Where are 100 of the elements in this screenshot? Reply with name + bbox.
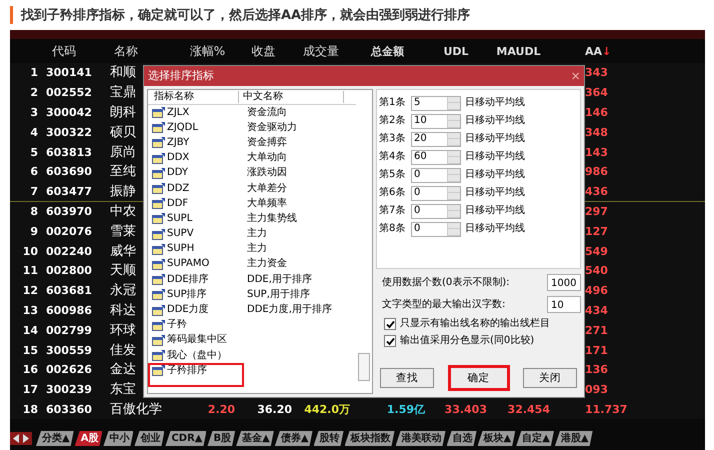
indicator-item[interactable]: DDF 大单频率: [148, 196, 356, 212]
column-header[interactable]: 收盘: [235, 42, 292, 60]
indicator-item[interactable]: DDX 大单动向: [148, 150, 356, 166]
indicator-item[interactable]: 子矜: [148, 318, 356, 333]
indicator-item[interactable]: 我心（盘中）: [148, 348, 356, 364]
indicator-name: DDE排序: [166, 274, 210, 286]
spin-field[interactable]: 10: [411, 114, 461, 128]
dialog-button[interactable]: 确定: [448, 365, 510, 391]
indicator-icon: [152, 122, 165, 134]
market-tab[interactable]: 股转: [314, 431, 344, 446]
table-cell-text: 002240: [46, 244, 92, 260]
indicator-item[interactable]: DDY 涨跌动因: [148, 166, 356, 181]
indicator-item[interactable]: SUP排序 SUP,用于排序: [148, 287, 356, 302]
indicator-description: SUP,用于排序: [246, 288, 310, 301]
input-field[interactable]: 1000: [547, 274, 581, 291]
table-cell-text: 300141: [46, 65, 92, 82]
checkbox[interactable]: [384, 318, 396, 330]
market-tab[interactable]: 自定▲: [516, 431, 554, 446]
parameter-unit: 日移动平均线: [464, 205, 525, 217]
market-tab[interactable]: CDR▲: [165, 431, 206, 446]
column-header[interactable]: UDL: [425, 44, 487, 58]
column-header[interactable]: MAUDL: [487, 44, 550, 58]
table-cell-text: 146: [585, 104, 608, 121]
list-column-header[interactable]: 中文名称: [239, 91, 344, 103]
table-cell-text: 10: [22, 244, 38, 260]
spin-field[interactable]: 60: [411, 150, 461, 164]
table-cell-text: 297: [585, 204, 608, 220]
input-field[interactable]: 10: [547, 296, 581, 313]
indicator-icon: [152, 258, 165, 270]
indicator-name: DDX: [166, 152, 190, 164]
market-tab[interactable]: 创业: [134, 431, 164, 446]
indicator-item[interactable]: SUPH 主力: [148, 242, 356, 257]
market-tab[interactable]: 自选: [446, 431, 477, 446]
spin-field[interactable]: 0: [411, 204, 461, 218]
market-tab[interactable]: 债券▲: [274, 431, 313, 446]
dialog-button[interactable]: 查找: [380, 368, 434, 388]
table-cell-text: 12: [22, 283, 38, 300]
market-tab[interactable]: A股: [74, 431, 102, 446]
table-cell-text: 环球: [110, 322, 136, 340]
market-tab[interactable]: B股: [207, 431, 236, 446]
column-header[interactable]: AA↓: [550, 44, 705, 58]
spin-field[interactable]: 20: [411, 132, 461, 146]
table-cell-text: 36.20: [257, 402, 292, 418]
table-cell-text: 原尚: [110, 144, 136, 162]
column-header[interactable]: 涨幅%: [180, 42, 235, 60]
spin-field[interactable]: 5: [411, 96, 461, 110]
table-cell-text: 496: [585, 283, 608, 300]
indicator-description: 大单频率: [246, 198, 287, 210]
indicator-description: DDE,用于排序: [246, 274, 312, 286]
table-cell-text: 300042: [46, 104, 92, 121]
indicator-icon: [152, 107, 165, 118]
market-tab[interactable]: 基金▲: [236, 431, 274, 446]
market-tab[interactable]: 中小: [103, 431, 134, 446]
indicator-item[interactable]: SUPAMO 主力资金: [148, 256, 356, 272]
parameter-label: 第6条: [379, 187, 406, 199]
indicator-item[interactable]: DDZ 大单差分: [148, 180, 356, 196]
parameter-label: 第2条: [379, 115, 406, 127]
indicator-item[interactable]: DDE排序 DDE,用于排序: [148, 272, 356, 288]
indicator-icon: [152, 274, 165, 286]
scroll-arrows-icon[interactable]: [10, 432, 32, 445]
checkbox[interactable]: [384, 335, 396, 347]
column-header[interactable]: 成交量: [292, 42, 350, 60]
field-label: 使用数据个数(0表示不限制):: [382, 276, 510, 288]
table-cell-text: 002626: [46, 362, 92, 378]
indicator-description: 主力集势线: [246, 212, 297, 225]
spin-field[interactable]: 0: [411, 222, 461, 236]
list-column-header[interactable]: 指标名称: [148, 91, 239, 103]
market-tab[interactable]: 港股▲: [554, 431, 593, 446]
market-tab[interactable]: 港美联动: [396, 431, 446, 446]
indicator-icon: [152, 152, 165, 164]
indicator-icon: [152, 350, 165, 362]
dialog-button[interactable]: 关闭: [523, 368, 577, 388]
indicator-description: 资金流向: [246, 106, 287, 119]
indicator-item[interactable]: 筹码最集中区: [148, 332, 356, 348]
spin-field[interactable]: 0: [411, 168, 461, 182]
indicator-item[interactable]: DDE力度 DDE力度,用于排序: [148, 302, 356, 318]
market-tab[interactable]: 分类▲: [36, 431, 74, 446]
indicator-item[interactable]: SUPV 主力: [148, 226, 356, 242]
indicator-description: 主力: [246, 228, 267, 240]
indicator-item[interactable]: ZJLX 资金流向: [148, 105, 356, 120]
column-header[interactable]: 代码: [38, 42, 100, 60]
table-cell-text: 549: [585, 244, 608, 260]
parameter-unit: 日移动平均线: [464, 187, 525, 199]
spin-field[interactable]: 0: [411, 186, 461, 200]
parameter-label: 第3条: [379, 133, 406, 145]
table-cell-text: 18: [22, 402, 38, 418]
indicator-item[interactable]: ZJQDL 资金驱动力: [148, 120, 356, 136]
parameter-unit: 日移动平均线: [464, 133, 525, 145]
indicator-item[interactable]: ZJBY 资金搏弈: [148, 135, 356, 151]
indicator-description: 涨跌动因: [246, 167, 287, 180]
market-tab[interactable]: 板块▲: [478, 431, 516, 446]
column-header[interactable]: 名称: [100, 42, 180, 60]
table-cell-text: 7: [30, 184, 38, 200]
table-cell-text: 348: [585, 124, 608, 141]
indicator-item[interactable]: SUPL 主力集势线: [148, 211, 356, 226]
column-header[interactable]: 总金额: [350, 44, 425, 58]
indicator-icon: [152, 137, 165, 148]
table-cell-text: 300322: [46, 124, 92, 141]
market-tab[interactable]: 板块指数: [344, 431, 395, 446]
indicator-item[interactable]: 子矜排序: [148, 363, 244, 388]
